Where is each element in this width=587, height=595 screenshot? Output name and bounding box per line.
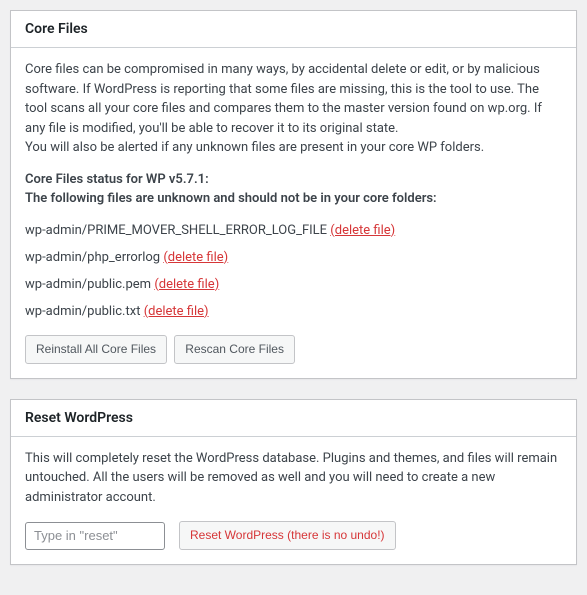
- reset-wordpress-header: Reset WordPress: [11, 400, 576, 437]
- list-item: wp-admin/PRIME_MOVER_SHELL_ERROR_LOG_FIL…: [25, 217, 562, 244]
- list-item: wp-admin/public.txt (delete file): [25, 298, 562, 325]
- file-path: wp-admin/php_errorlog: [25, 250, 160, 265]
- reset-wordpress-title: Reset WordPress: [11, 400, 576, 436]
- rescan-core-files-button[interactable]: Rescan Core Files: [174, 335, 295, 364]
- unknown-files-list: wp-admin/PRIME_MOVER_SHELL_ERROR_LOG_FIL…: [25, 217, 562, 325]
- reset-controls-row: Reset WordPress (there is no undo!): [25, 521, 562, 550]
- core-files-intro: Core files can be compromised in many wa…: [25, 60, 562, 138]
- core-files-status-subheading: The following files are unknown and shou…: [25, 189, 562, 209]
- core-files-panel: Core Files Core files can be compromised…: [10, 10, 577, 379]
- file-path: wp-admin/PRIME_MOVER_SHELL_ERROR_LOG_FIL…: [25, 223, 327, 238]
- core-files-header: Core Files: [11, 11, 576, 48]
- reset-wordpress-panel: Reset WordPress This will completely res…: [10, 399, 577, 566]
- delete-file-link[interactable]: (delete file): [144, 304, 209, 319]
- core-files-body: Core files can be compromised in many wa…: [11, 48, 576, 378]
- core-files-status: Core Files status for WP v5.7.1: The fol…: [25, 170, 562, 209]
- delete-file-link[interactable]: (delete file): [154, 277, 219, 292]
- file-path: wp-admin/public.pem: [25, 277, 151, 292]
- reset-wordpress-description: This will completely reset the WordPress…: [25, 449, 562, 508]
- list-item: wp-admin/php_errorlog (delete file): [25, 244, 562, 271]
- core-files-title: Core Files: [11, 11, 576, 47]
- reset-wordpress-button[interactable]: Reset WordPress (there is no undo!): [179, 521, 396, 550]
- core-files-buttons: Reinstall All Core Files Rescan Core Fil…: [25, 335, 562, 364]
- core-files-status-heading: Core Files status for WP v5.7.1:: [25, 170, 562, 190]
- reset-confirmation-input[interactable]: [25, 522, 165, 550]
- delete-file-link[interactable]: (delete file): [330, 223, 395, 238]
- delete-file-link[interactable]: (delete file): [163, 250, 228, 265]
- list-item: wp-admin/public.pem (delete file): [25, 271, 562, 298]
- reinstall-core-files-button[interactable]: Reinstall All Core Files: [25, 335, 167, 364]
- file-path: wp-admin/public.txt: [25, 304, 140, 319]
- core-files-alert-note: You will also be alerted if any unknown …: [25, 138, 562, 158]
- reset-wordpress-body: This will completely reset the WordPress…: [11, 437, 576, 565]
